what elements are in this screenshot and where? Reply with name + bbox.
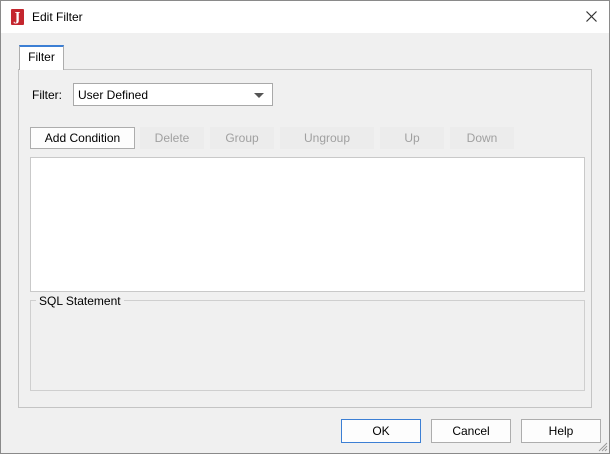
sql-statement-label: SQL Statement <box>36 294 124 308</box>
help-button[interactable]: Help <box>521 419 601 443</box>
resize-grip-icon[interactable] <box>596 440 608 452</box>
group-button[interactable]: Group <box>210 127 274 149</box>
ungroup-button[interactable]: Ungroup <box>280 127 374 149</box>
conditions-list[interactable] <box>30 157 585 292</box>
app-logo-letter: J <box>14 10 21 24</box>
chevron-down-icon <box>254 93 264 98</box>
down-button[interactable]: Down <box>450 127 514 149</box>
cancel-button[interactable]: Cancel <box>431 419 511 443</box>
sql-statement-box <box>30 300 585 391</box>
filter-type-value: User Defined <box>78 88 149 102</box>
close-button[interactable] <box>575 4 609 30</box>
tab-filter[interactable]: Filter <box>19 45 64 70</box>
delete-button[interactable]: Delete <box>140 127 204 149</box>
close-icon <box>586 11 597 22</box>
app-logo-icon: J <box>11 9 24 25</box>
window-title: Edit Filter <box>32 10 83 24</box>
title-bar: J Edit Filter <box>1 1 609 33</box>
add-condition-button[interactable]: Add Condition <box>30 127 135 149</box>
filter-type-dropdown[interactable]: User Defined <box>73 83 273 106</box>
ok-button[interactable]: OK <box>341 419 421 443</box>
up-button[interactable]: Up <box>380 127 444 149</box>
filter-label: Filter: <box>32 88 62 102</box>
